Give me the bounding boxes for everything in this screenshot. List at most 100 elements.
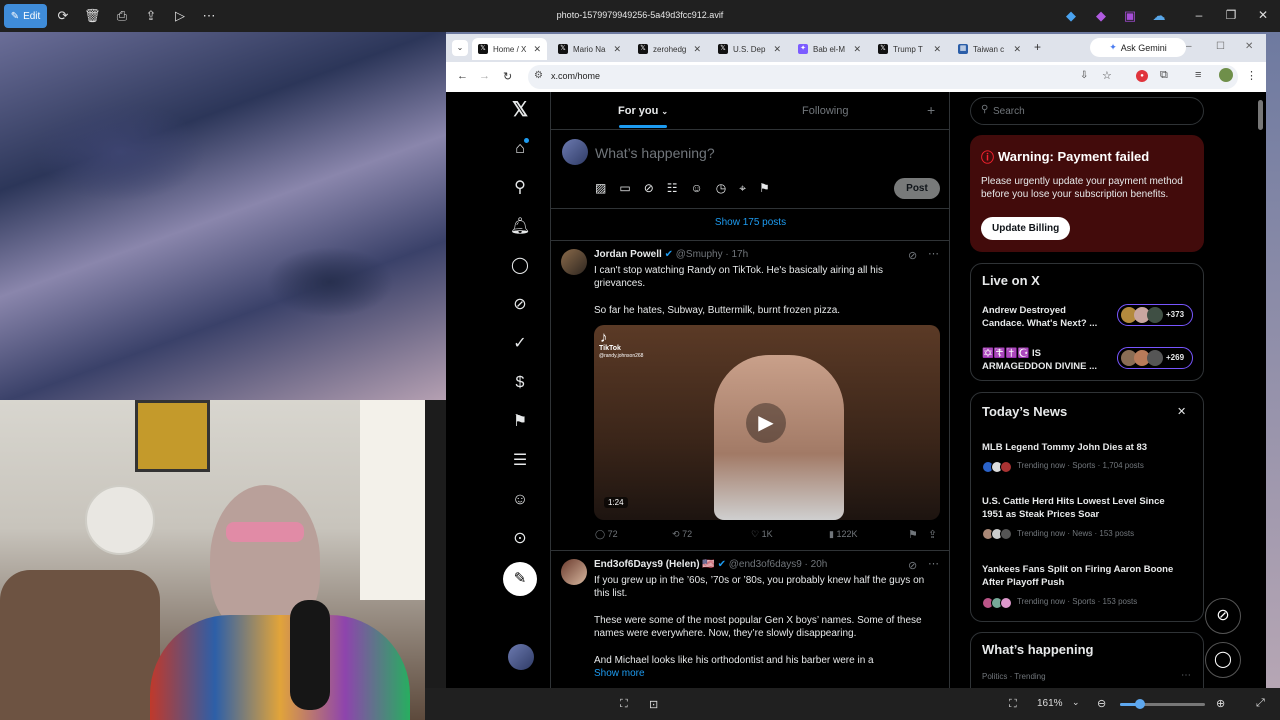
scrollbar-thumb[interactable] (1258, 100, 1263, 130)
zoom-in-icon[interactable]: ⊕ (1216, 697, 1225, 710)
messages-fab-icon[interactable]: ◯ (1205, 642, 1241, 678)
app-icon-1[interactable]: ◆ (1063, 8, 1079, 24)
bookmark-star-icon[interactable]: ☆ (1102, 69, 1112, 82)
adblock-icon[interactable]: ● (1136, 70, 1148, 82)
select-icon[interactable]: ⊡ (649, 698, 658, 711)
tab-taiwan[interactable]: ▦ Taiwan c ✕ (952, 38, 1027, 60)
notifications-bell-icon[interactable]: 🔔︎ (508, 215, 532, 239)
views-action[interactable]: ▮ 122K (829, 529, 858, 540)
live-item-title[interactable]: ✡️☦️✝️☪️ IS ARMAGEDDON DIVINE ... (982, 347, 1110, 373)
url-text[interactable]: x.com/home (551, 71, 600, 81)
live-spaces-pill[interactable]: +373 (1117, 304, 1193, 326)
fit-icon[interactable]: ⛶ (1009, 698, 1017, 711)
crop-icon[interactable]: ⛶ (620, 698, 628, 711)
browser-close-icon[interactable]: ✕ (1245, 41, 1253, 52)
messages-icon[interactable]: ◯ (508, 254, 532, 278)
compose-post-button[interactable]: ✎ (503, 562, 537, 596)
image-icon[interactable]: ▨ (595, 181, 606, 196)
tab-usdep[interactable]: 𝕏 U.S. Dep ✕ (712, 38, 787, 60)
author-handle[interactable]: @end3of6days9 · 20h (729, 559, 828, 570)
tab-close-icon[interactable]: ✕ (613, 44, 621, 55)
profile-avatar[interactable] (1219, 68, 1233, 82)
poll-icon[interactable]: ☷ (667, 181, 678, 196)
emoji-icon[interactable]: ☺ (691, 181, 703, 196)
tab-zerohedge[interactable]: 𝕏zerohedg ✕ (632, 38, 707, 60)
reload-icon[interactable]: ↻ (503, 70, 512, 83)
flag-icon[interactable]: ⚑ (759, 181, 770, 196)
news-item-title[interactable]: Yankees Fans Split on Firing Aaron Boone… (982, 563, 1182, 589)
verified-orgs-icon[interactable]: ✓ (508, 332, 532, 356)
minimize-icon[interactable]: – (1191, 8, 1207, 22)
extensions-icon[interactable]: ⧉ (1160, 69, 1168, 82)
fullscreen-icon[interactable]: ⤢ (1256, 697, 1265, 710)
more-options-icon[interactable]: ⊙ (508, 527, 532, 551)
grok-fab-icon[interactable]: ⊘ (1205, 598, 1241, 634)
tab-following[interactable]: Following (802, 105, 848, 117)
zoom-level[interactable]: 161% (1037, 698, 1063, 709)
grok-post-icon[interactable]: ⊘ (908, 249, 917, 262)
explore-search-icon[interactable]: ⚲ (508, 176, 532, 200)
lists-icon[interactable]: ☰ (508, 449, 532, 473)
tab-babel[interactable]: ✦ Bab el-M ✕ (792, 38, 867, 60)
grok-icon[interactable]: ⊘ (508, 293, 532, 317)
scrollbar[interactable] (1256, 92, 1266, 688)
bookmarks-icon[interactable]: ⚑ (508, 410, 532, 434)
post-more-icon[interactable]: ⋯ (928, 557, 939, 570)
zoom-out-icon[interactable]: ⊖ (1097, 697, 1106, 710)
post-avatar[interactable] (561, 249, 587, 275)
app-icon-3[interactable]: ▣ (1122, 8, 1138, 24)
tab-trump[interactable]: 𝕏 Trump T ✕ (872, 38, 947, 60)
schedule-icon[interactable]: ◷ (716, 181, 726, 196)
update-billing-button[interactable]: Update Billing (981, 217, 1071, 240)
tab-search-icon[interactable]: ⌄ (452, 40, 468, 56)
x-logo-icon[interactable]: 𝕏 (508, 98, 532, 122)
tab-mario[interactable]: 𝕏 Mario Na ✕ (552, 38, 627, 60)
tab-close-icon[interactable]: ✕ (533, 44, 541, 55)
browser-minimize-icon[interactable]: – (1186, 41, 1192, 52)
repost-action[interactable]: ⟲ 72 (672, 529, 692, 540)
show-more-link[interactable]: Show more (594, 667, 645, 680)
maximize-icon[interactable]: ❐ (1223, 8, 1239, 22)
add-tab-icon[interactable]: + (927, 102, 935, 118)
profile-icon[interactable]: ☺ (508, 488, 532, 512)
forward-icon[interactable]: → (479, 70, 490, 82)
tab-for-you[interactable]: For you ⌄ (618, 105, 668, 117)
account-avatar[interactable] (508, 644, 534, 670)
site-info-icon[interactable]: ⚙ (534, 70, 543, 81)
tab-close-icon[interactable]: ✕ (773, 44, 781, 55)
post-video[interactable]: ♪ TikTok @randy.johnson268 ▶ 1:24 (594, 325, 940, 520)
zoom-slider-thumb[interactable] (1135, 699, 1145, 709)
search-input[interactable]: ⚲ Search (970, 97, 1204, 125)
monetization-icon[interactable]: $ (508, 371, 532, 395)
grok-compose-icon[interactable]: ⊘ (644, 181, 654, 196)
play-icon[interactable]: ▶ (746, 403, 786, 443)
post-button[interactable]: Post (894, 178, 940, 199)
happening-more-icon[interactable]: ⋯ (1181, 670, 1191, 681)
news-close-icon[interactable]: ✕ (1177, 405, 1186, 418)
location-icon[interactable]: ⌖ (739, 181, 746, 196)
tab-close-icon[interactable]: ✕ (933, 44, 941, 55)
new-tab-icon[interactable]: + (1034, 40, 1041, 54)
install-icon[interactable]: ⇩ (1080, 70, 1088, 81)
ask-gemini-button[interactable]: ✦ Ask Gemini (1090, 38, 1186, 57)
post-more-icon[interactable]: ⋯ (928, 247, 939, 260)
browser-menu-icon[interactable]: ⋮ (1246, 69, 1257, 82)
post-avatar[interactable] (561, 559, 587, 585)
tab-close-icon[interactable]: ✕ (693, 44, 701, 55)
grok-post-icon[interactable]: ⊘ (908, 559, 917, 572)
live-item-title[interactable]: Andrew Destroyed Candace. What's Next? .… (982, 304, 1110, 330)
news-item-title[interactable]: MLB Legend Tommy John Dies at 83 (982, 441, 1182, 454)
tab-home[interactable]: 𝕏 Home / X ✕ (472, 38, 547, 60)
gif-icon[interactable]: ▭ (619, 181, 630, 196)
tab-close-icon[interactable]: ✕ (853, 44, 861, 55)
bookmark-icon[interactable]: ⚑ (908, 528, 918, 541)
app-icon-2[interactable]: ◆ (1093, 8, 1109, 24)
tab-close-icon[interactable]: ✕ (1013, 44, 1021, 55)
reading-list-icon[interactable]: ≡ (1195, 69, 1201, 81)
show-posts-link[interactable]: Show 175 posts (551, 217, 950, 228)
close-icon[interactable]: ✕ (1255, 8, 1271, 22)
browser-maximize-icon[interactable]: ☐ (1216, 41, 1225, 52)
author-handle[interactable]: @Smuphy · 17h (676, 249, 748, 260)
omnibox[interactable] (528, 65, 1238, 89)
like-action[interactable]: ♡ 1K (751, 529, 773, 540)
